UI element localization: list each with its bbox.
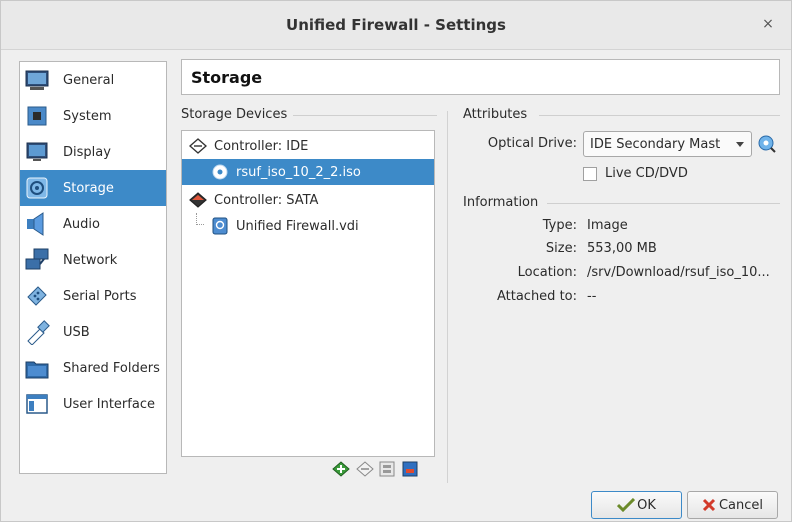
- cancel-label: Cancel: [718, 497, 764, 513]
- optical-disc-icon: [212, 164, 228, 180]
- tree-item-label: Controller: IDE: [214, 138, 309, 154]
- sidebar-item-label: Serial Ports: [63, 288, 137, 304]
- sidebar-item-storage[interactable]: Storage: [20, 170, 166, 206]
- optical-drive-label: Optical Drive:: [487, 136, 577, 151]
- storage-disk-icon: [26, 177, 48, 199]
- sidebar-item-serial-ports[interactable]: Serial Ports: [20, 278, 166, 314]
- attributes-group-label: Attributes: [463, 107, 534, 122]
- sidebar-item-general[interactable]: General: [20, 62, 166, 98]
- location-label: Location:: [517, 265, 577, 280]
- add-attachment-icon[interactable]: [378, 460, 396, 478]
- title-bar: Unified Firewall - Settings ×: [1, 1, 791, 50]
- sidebar-item-display[interactable]: Display: [20, 134, 166, 170]
- group-divider: [539, 115, 780, 116]
- user-interface-icon: [26, 394, 48, 414]
- settings-dialog: Unified Firewall - Settings × General Sy…: [0, 0, 792, 522]
- type-value: Image: [587, 218, 628, 233]
- close-button[interactable]: ×: [759, 15, 777, 33]
- size-label: Size:: [545, 241, 577, 256]
- sidebar-item-audio[interactable]: Audio: [20, 206, 166, 242]
- choose-disk-icon[interactable]: [757, 134, 777, 154]
- tree-item-controller-ide[interactable]: Controller: IDE: [182, 133, 434, 159]
- remove-controller-icon[interactable]: [356, 460, 374, 478]
- sidebar-item-label: Audio: [63, 216, 100, 232]
- cancel-button[interactable]: Cancel: [687, 491, 778, 519]
- ok-button[interactable]: OK: [591, 491, 682, 519]
- panel-separator: [447, 111, 448, 483]
- tree-item-iso[interactable]: rsuf_iso_10_2_2.iso: [182, 159, 434, 185]
- display-icon: [26, 142, 48, 161]
- location-value: /srv/Download/rsuf_iso_10...: [587, 265, 770, 280]
- storage-devices-label: Storage Devices: [181, 107, 288, 122]
- size-value: 553,00 MB: [587, 241, 657, 256]
- optical-drive-value: IDE Secondary Mast: [590, 137, 721, 152]
- attributes-label: Attributes: [463, 107, 528, 122]
- tree-item-label: Unified Firewall.vdi: [236, 218, 359, 234]
- ok-label: OK: [637, 497, 656, 513]
- general-icon: [25, 70, 49, 90]
- sidebar-item-network[interactable]: Network: [20, 242, 166, 278]
- usb-icon: [27, 320, 50, 345]
- live-cd-label[interactable]: Live CD/DVD: [605, 166, 688, 181]
- storage-tree: Controller: IDE rsuf_iso_10_2_2.iso Cont…: [181, 130, 435, 457]
- sidebar-item-usb[interactable]: USB: [20, 314, 166, 350]
- sidebar-item-label: System: [63, 108, 112, 124]
- tree-item-controller-sata[interactable]: Controller: SATA: [182, 187, 434, 213]
- optical-drive-select[interactable]: IDE Secondary Mast: [583, 131, 752, 157]
- serial-port-icon: [27, 286, 47, 306]
- attached-to-label: Attached to:: [496, 289, 577, 304]
- tree-item-label: Controller: SATA: [214, 192, 319, 208]
- page-title: Storage: [191, 68, 263, 87]
- information-label: Information: [463, 195, 539, 210]
- storage-devices-group-label: Storage Devices: [181, 107, 294, 122]
- sata-controller-icon: [189, 192, 207, 208]
- type-label: Type:: [542, 218, 577, 233]
- sidebar-item-user-interface[interactable]: User Interface: [20, 386, 166, 422]
- cancel-x-icon: [702, 498, 716, 512]
- tree-item-label: rsuf_iso_10_2_2.iso: [236, 164, 361, 180]
- information-group-label: Information: [463, 195, 545, 210]
- group-divider: [547, 203, 780, 204]
- sidebar-item-shared-folders[interactable]: Shared Folders: [20, 350, 166, 386]
- network-icon: [25, 248, 49, 270]
- sidebar-item-system[interactable]: System: [20, 98, 166, 134]
- settings-sidebar: General System Display Storage Audio Net…: [19, 61, 167, 474]
- sidebar-item-label: Shared Folders: [63, 360, 160, 376]
- remove-attachment-icon[interactable]: [401, 460, 419, 478]
- tree-item-vdi[interactable]: Unified Firewall.vdi: [182, 213, 434, 239]
- window-title: Unified Firewall - Settings: [286, 16, 506, 34]
- audio-speaker-icon: [27, 212, 44, 236]
- attached-to-value: --: [587, 289, 597, 304]
- sidebar-item-label: USB: [63, 324, 90, 340]
- ok-check-icon: [617, 498, 636, 512]
- live-cd-checkbox[interactable]: [583, 167, 597, 181]
- add-controller-icon[interactable]: [332, 460, 350, 478]
- sidebar-item-label: User Interface: [63, 396, 155, 412]
- page-header: Storage: [181, 59, 780, 95]
- hard-disk-icon: [212, 217, 228, 235]
- ide-controller-icon: [189, 138, 207, 154]
- sidebar-item-label: Network: [63, 252, 118, 268]
- chevron-down-icon: [736, 142, 744, 147]
- folder-icon: [25, 361, 49, 379]
- sidebar-item-label: Storage: [63, 180, 114, 196]
- system-chip-icon: [27, 106, 47, 126]
- sidebar-item-label: Display: [63, 144, 111, 160]
- sidebar-item-label: General: [63, 72, 115, 88]
